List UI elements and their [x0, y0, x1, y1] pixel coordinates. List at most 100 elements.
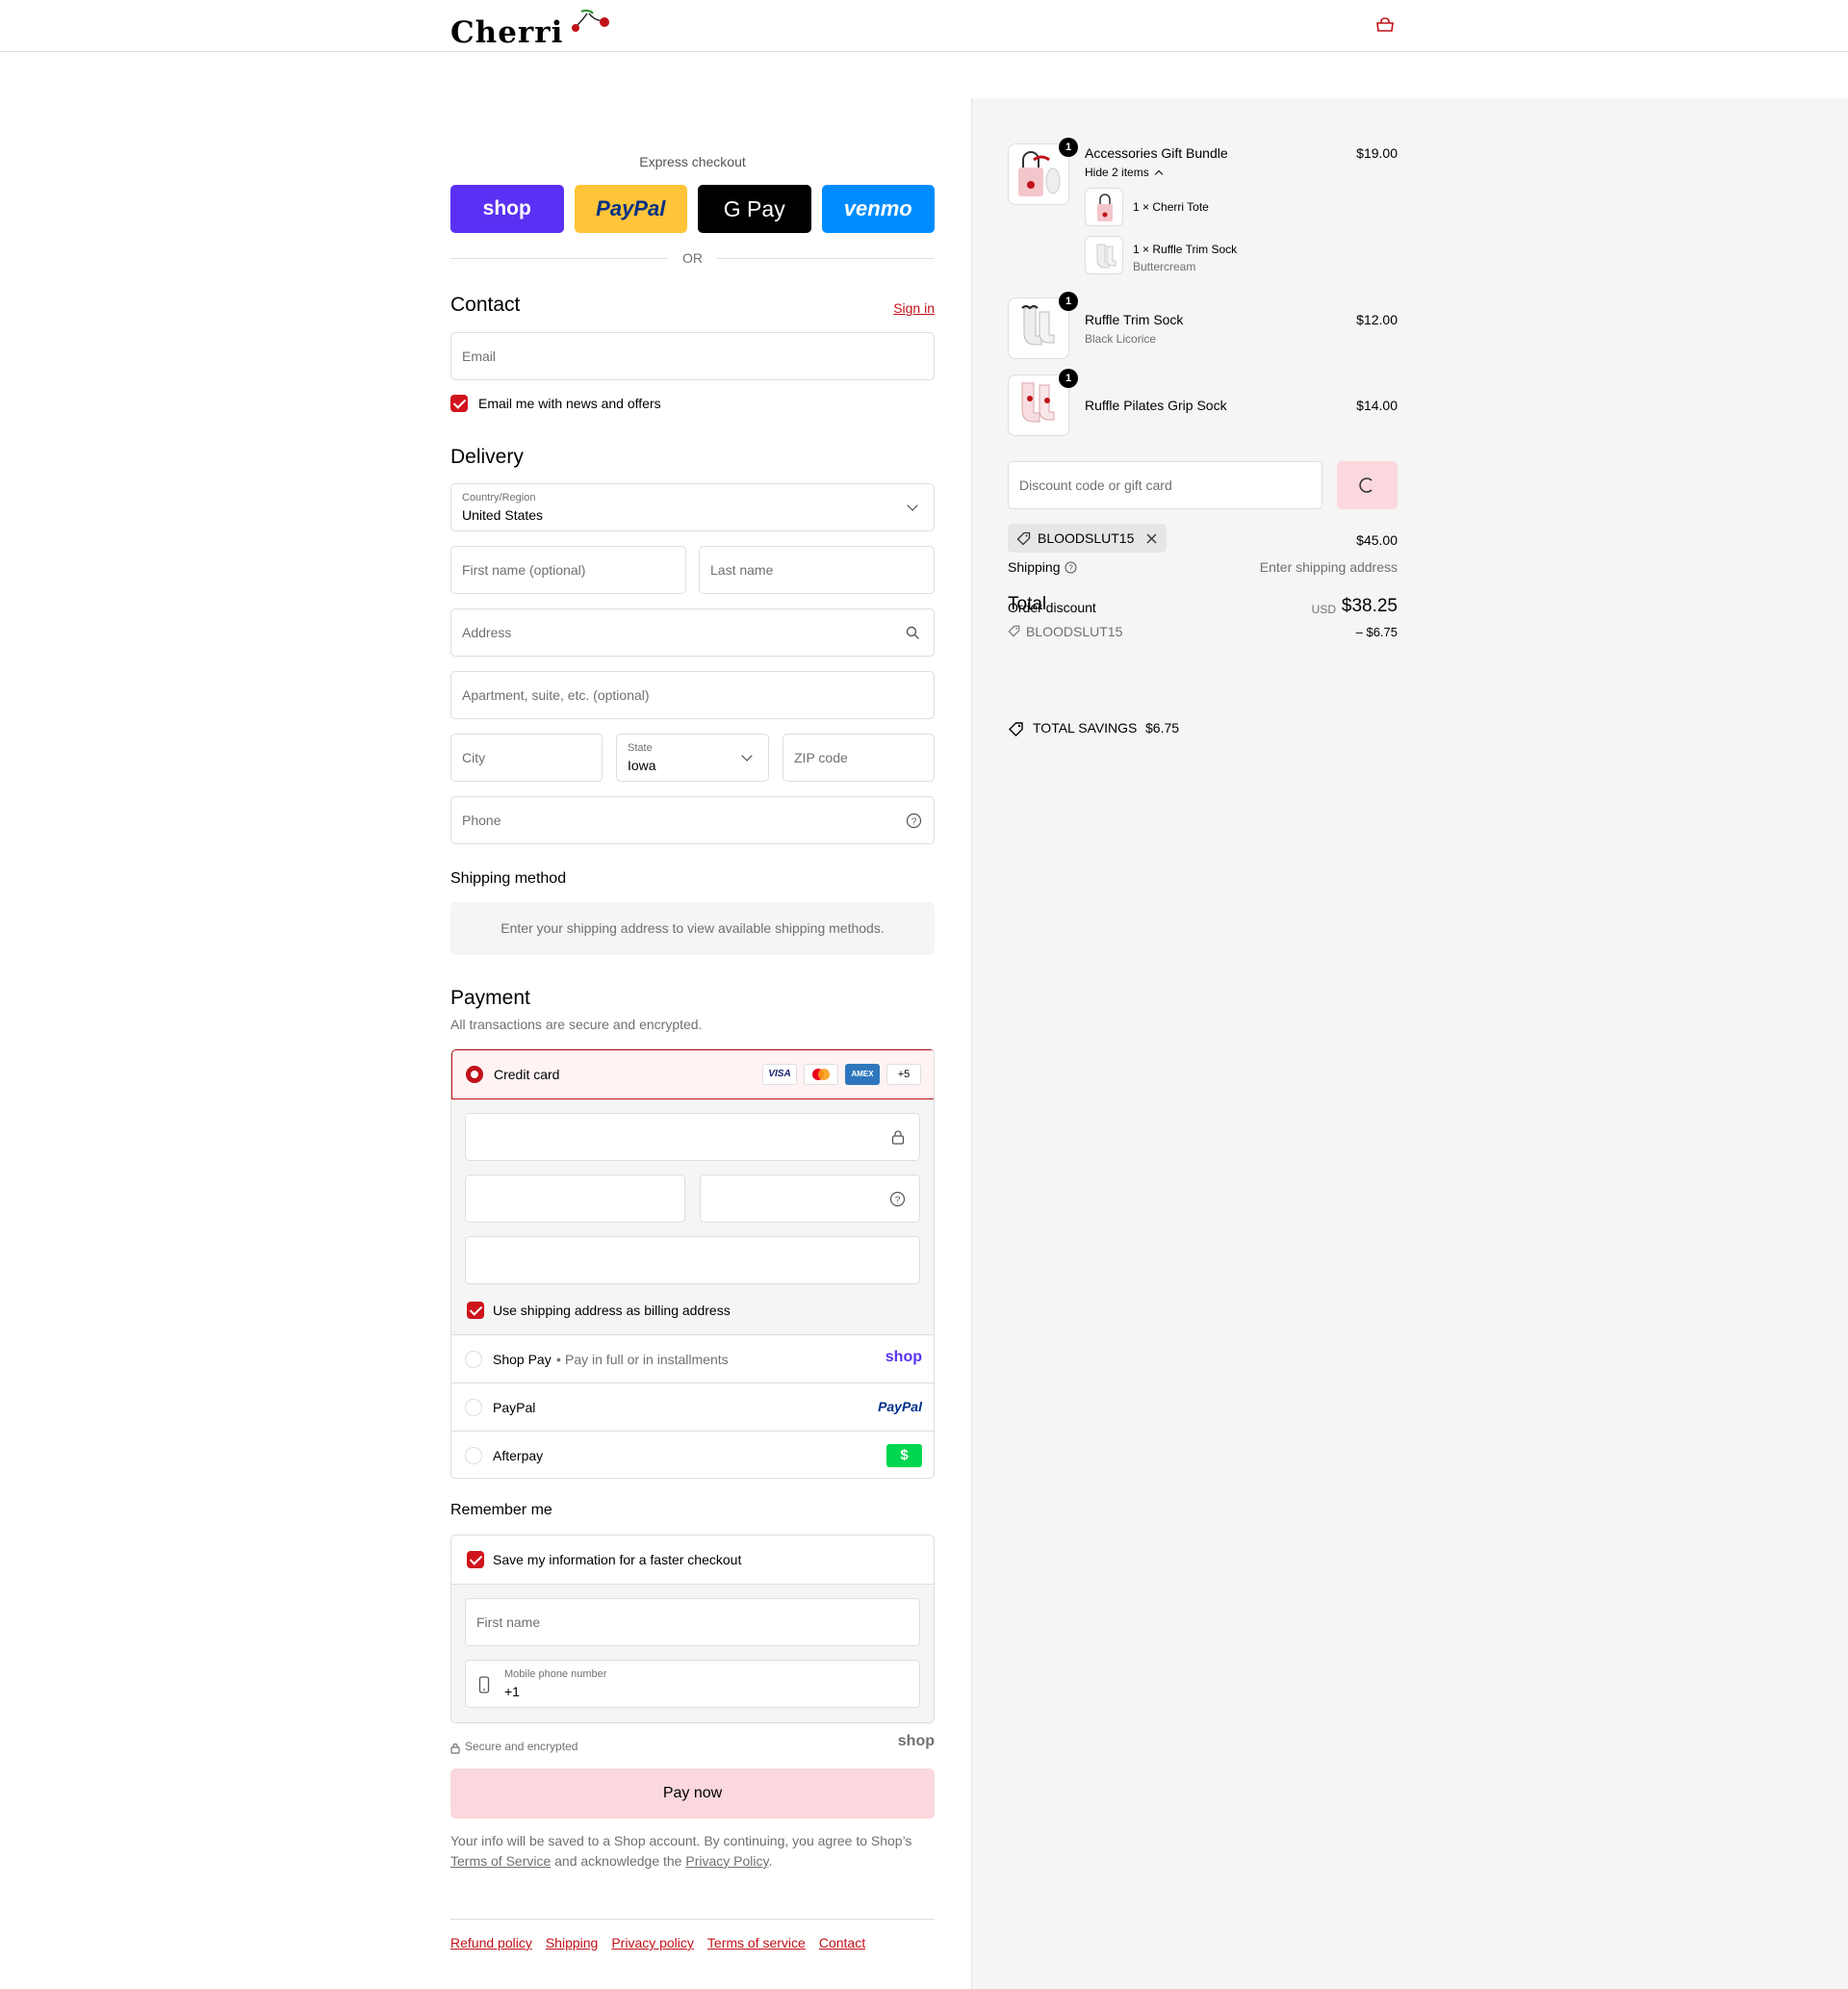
apartment-field[interactable]: Apartment, suite, etc. (optional) [450, 671, 935, 719]
secure-encrypted-text: Secure and encrypted [465, 1740, 578, 1753]
last-name-field[interactable]: Last name [699, 546, 935, 594]
state-select[interactable]: State Iowa [616, 734, 769, 782]
shop-privacy-link[interactable]: Privacy Policy [685, 1853, 768, 1869]
tag-icon [1008, 625, 1020, 637]
chevron-down-icon [741, 750, 753, 762]
credit-card-form: ? Use shipping address as billing addres… [451, 1099, 934, 1334]
hide-items-label: Hide 2 items [1085, 166, 1149, 179]
address-field[interactable]: Address [450, 608, 935, 657]
express-checkout-title: Express checkout [639, 154, 746, 169]
footer-divider [450, 1919, 935, 1920]
afterpay-radio[interactable] [465, 1447, 482, 1464]
billing-checkbox-label: Use shipping address as billing address [493, 1303, 731, 1318]
mobile-icon [478, 1676, 490, 1693]
order-summary-panel [971, 98, 1848, 1989]
delivery-heading: Delivery [450, 446, 524, 468]
city-field[interactable]: City [450, 734, 603, 782]
venmo-button[interactable]: venmo [821, 185, 935, 233]
shop-pay-logo: shop [885, 1349, 922, 1365]
expiry-field[interactable] [465, 1175, 685, 1223]
shipping-policy-link[interactable]: Shipping [546, 1935, 599, 1950]
svg-text:?: ? [1068, 564, 1073, 573]
payment-methods: Credit card VISA AMEX +5 ? Use shipping … [450, 1048, 935, 1479]
paypal-button[interactable]: PayPal [574, 185, 687, 233]
total-value: $38.25 [1341, 596, 1398, 616]
mobile-label: Mobile phone number [504, 1668, 607, 1680]
name-on-card-field[interactable] [465, 1236, 920, 1284]
apartment-placeholder: Apartment, suite, etc. (optional) [462, 687, 650, 703]
phone-placeholder: Phone [462, 813, 501, 828]
email-field[interactable]: Email [450, 332, 935, 380]
card-number-field[interactable] [465, 1113, 920, 1161]
save-info-label: Save my information for a faster checkou… [493, 1552, 742, 1567]
footer-links: Refund policy Shipping Privacy policy Te… [450, 1935, 865, 1950]
discount-code-field[interactable]: Discount code or gift card [1008, 461, 1322, 509]
remember-me-heading: Remember me [450, 1502, 552, 1518]
item-price: $19.00 [1356, 145, 1398, 161]
privacy-policy-link[interactable]: Privacy policy [611, 1935, 694, 1950]
refund-policy-link[interactable]: Refund policy [450, 1935, 532, 1950]
sign-in-link[interactable]: Sign in [893, 300, 935, 316]
item-name: Ruffle Trim Sock [1085, 312, 1184, 327]
tag-icon [1016, 531, 1031, 545]
or-divider: OR [450, 248, 935, 268]
zip-field[interactable]: ZIP code [783, 734, 935, 782]
terms-of-service-link[interactable]: Terms of service [707, 1935, 806, 1950]
mobile-phone-field[interactable]: Mobile phone number +1 [465, 1660, 920, 1708]
phone-field[interactable]: Phone ? [450, 796, 935, 844]
contact-link[interactable]: Contact [819, 1935, 865, 1950]
help-icon[interactable]: ? [906, 813, 922, 829]
more-cards-badge: +5 [886, 1064, 921, 1085]
afterpay-logo: $ [886, 1444, 922, 1467]
remember-first-name-field[interactable]: First name [465, 1598, 920, 1646]
svg-text:?: ? [911, 817, 917, 828]
credit-card-option[interactable]: Credit card VISA AMEX +5 [451, 1049, 934, 1099]
item-name: Ruffle Pilates Grip Sock [1085, 398, 1227, 413]
search-icon [906, 626, 919, 639]
applied-discount-tag: BLOODSLUT15 [1008, 524, 1168, 553]
zip-placeholder: ZIP code [794, 750, 848, 765]
shipping-method-notice: Enter your shipping address to view avai… [450, 902, 935, 955]
cherry-icon [572, 9, 609, 32]
help-icon[interactable]: ? [889, 1191, 906, 1207]
pay-now-button[interactable]: Pay now [450, 1769, 935, 1819]
shop-pay-option[interactable]: Shop Pay • Pay in full or in installment… [451, 1334, 934, 1382]
paypal-radio[interactable] [465, 1399, 482, 1416]
city-placeholder: City [462, 750, 486, 765]
help-icon[interactable]: ? [1065, 561, 1077, 574]
billing-checkbox[interactable] [467, 1302, 484, 1319]
paypal-option[interactable]: PayPal PayPal [451, 1382, 934, 1431]
country-select[interactable]: Country/Region United States [450, 483, 935, 531]
shop-terms-link[interactable]: Terms of Service [450, 1853, 551, 1869]
bundle-item-thumbnail [1085, 188, 1123, 226]
chevron-down-icon [907, 500, 918, 511]
bag-icon[interactable] [1375, 17, 1395, 33]
news-checkbox[interactable] [450, 395, 468, 412]
visa-icon: VISA [762, 1064, 797, 1085]
first-name-field[interactable]: First name (optional) [450, 546, 686, 594]
legal-text-2: and acknowledge the [554, 1853, 682, 1869]
state-value: Iowa [628, 758, 656, 773]
shop-pay-button[interactable]: shop [450, 185, 564, 233]
store-logo[interactable]: Cherri [450, 9, 614, 50]
item-price: $14.00 [1356, 398, 1398, 413]
hide-items-toggle[interactable]: Hide 2 items [1085, 166, 1164, 179]
save-info-checkbox[interactable] [467, 1551, 484, 1568]
shipping-label: Shipping [1008, 559, 1061, 575]
discount-code-placeholder: Discount code or gift card [1019, 478, 1172, 493]
security-code-field[interactable]: ? [700, 1175, 920, 1223]
shop-pay-subtitle: Pay in full or in installments [565, 1352, 729, 1367]
or-text: OR [682, 250, 703, 266]
shop-pay-radio[interactable] [465, 1351, 482, 1368]
address-placeholder: Address [462, 625, 512, 640]
legal-text-3: . [768, 1853, 773, 1869]
credit-card-radio[interactable] [466, 1066, 483, 1083]
mobile-value: +1 [504, 1684, 520, 1699]
contact-heading: Contact [450, 294, 521, 316]
google-pay-button[interactable]: G Pay [698, 185, 811, 233]
afterpay-option[interactable]: Afterpay $ [451, 1431, 934, 1478]
apply-discount-button[interactable] [1337, 461, 1398, 509]
quantity-badge: 1 [1059, 369, 1078, 388]
bundle-item-variant: Buttercream [1133, 260, 1196, 273]
close-icon[interactable] [1146, 533, 1157, 544]
